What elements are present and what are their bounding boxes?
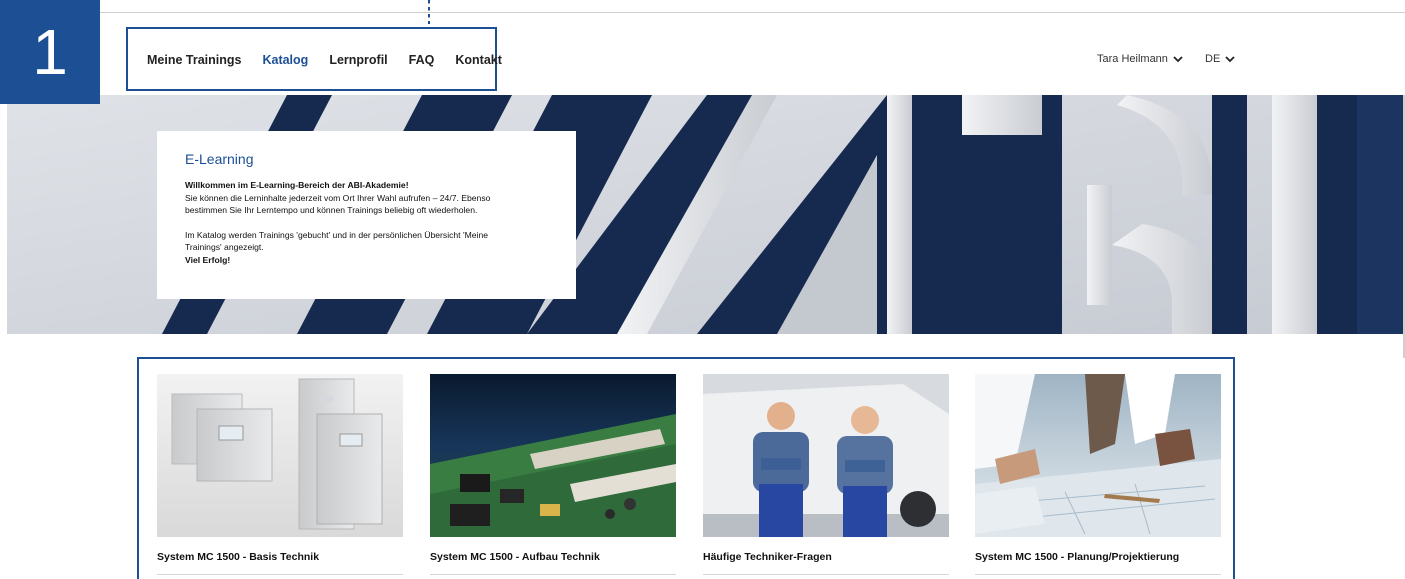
intro-closing: Viel Erfolg!: [185, 254, 231, 265]
course-card-planung-projektierung[interactable]: System MC 1500 - Planung/Projektierung: [975, 374, 1221, 575]
intro-welcome: Willkommen im E-Learning-Bereich der ABI…: [185, 180, 409, 190]
step-number-badge: 1: [0, 0, 100, 104]
nav-item-kontakt[interactable]: Kontakt: [455, 53, 502, 67]
course-divider: [703, 574, 949, 575]
step-number: 1: [32, 16, 68, 88]
course-card-basis-technik[interactable]: System MC 1500 - Basis Technik: [157, 374, 403, 575]
intro-spacer: [185, 217, 576, 229]
annotation-dotted-line: [428, 0, 430, 24]
intro-line-4: Trainings' angezeigt.: [185, 242, 264, 252]
planning-image: [975, 374, 1221, 537]
chevron-down-icon: [1225, 56, 1235, 63]
course-image-technicians[interactable]: [703, 374, 949, 537]
nav-item-katalog[interactable]: Katalog: [262, 53, 308, 67]
intro-title: E-Learning: [185, 151, 254, 167]
course-image-planning[interactable]: [975, 374, 1221, 537]
course-image-control-panels[interactable]: [157, 374, 403, 537]
user-name: Tara Heilmann: [1097, 53, 1168, 65]
intro-line-1: Sie können die Lerninhalte jederzeit vom…: [185, 192, 491, 203]
intro-text: Willkommen im E-Learning-Bereich der ABI…: [185, 179, 576, 266]
course-title[interactable]: System MC 1500 - Aufbau Technik: [430, 551, 676, 563]
technicians-image: [703, 374, 949, 537]
course-card-techniker-fragen[interactable]: Häufige Techniker-Fragen: [703, 374, 949, 575]
course-title[interactable]: System MC 1500 - Basis Technik: [157, 551, 403, 563]
course-divider: [430, 574, 676, 575]
course-title[interactable]: Häufige Techniker-Fragen: [703, 551, 949, 563]
language-code: DE: [1205, 53, 1221, 65]
intro-line-3: Im Katalog werden Trainings 'gebucht' un…: [185, 229, 489, 240]
header-bar: Meine Trainings Katalog Lernprofil FAQ K…: [7, 13, 1405, 95]
control-panel-image: [157, 374, 403, 537]
course-image-circuit-boards[interactable]: [430, 374, 676, 537]
nav-item-lernprofil[interactable]: Lernprofil: [329, 53, 387, 67]
nav-item-faq[interactable]: FAQ: [409, 53, 435, 67]
course-catalog: System MC 1500 - Basis Technik System MC…: [137, 357, 1235, 579]
nav-item-meine-trainings[interactable]: Meine Trainings: [147, 53, 241, 67]
user-menu[interactable]: Tara Heilmann: [1097, 53, 1183, 65]
intro-card: E-Learning Willkommen im E-Learning-Bere…: [157, 131, 576, 299]
course-card-aufbau-technik[interactable]: System MC 1500 - Aufbau Technik: [430, 374, 676, 575]
chevron-down-icon: [1173, 56, 1183, 63]
language-menu[interactable]: DE: [1205, 53, 1235, 65]
course-title[interactable]: System MC 1500 - Planung/Projektierung: [975, 551, 1221, 563]
course-divider: [157, 574, 403, 575]
main-nav: Meine Trainings Katalog Lernprofil FAQ K…: [147, 53, 502, 67]
intro-line-2: bestimmen Sie Ihr Lerntempo und können T…: [185, 205, 478, 215]
circuit-board-image: [430, 374, 676, 537]
course-divider: [975, 574, 1221, 575]
